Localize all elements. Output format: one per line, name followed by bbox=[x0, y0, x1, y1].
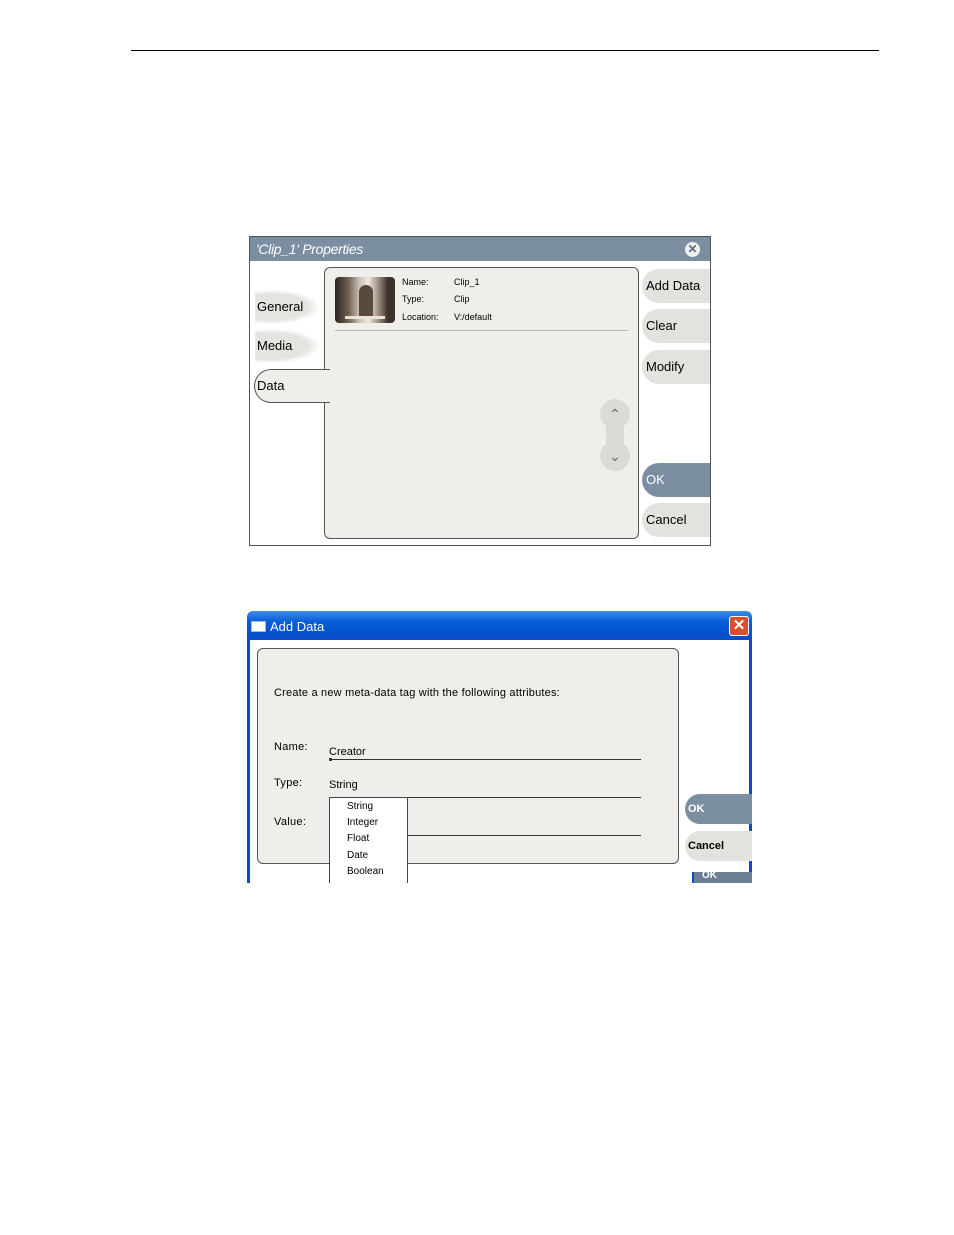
scroll-down-icon[interactable]: ⌄ bbox=[600, 441, 630, 471]
dialog-title: 'Clip_1' Properties bbox=[256, 241, 364, 257]
add-data-button[interactable]: Add Data bbox=[642, 269, 710, 303]
clear-button[interactable]: Clear bbox=[642, 309, 710, 343]
close-icon[interactable]: ✕ bbox=[729, 616, 749, 636]
modify-button[interactable]: Modify bbox=[642, 350, 710, 384]
tab-data[interactable]: Data bbox=[254, 369, 329, 403]
window-icon bbox=[251, 621, 266, 632]
cancel-button[interactable]: Cancel bbox=[685, 831, 752, 861]
value-label: Value: bbox=[274, 816, 307, 828]
thumbnail-caption bbox=[345, 316, 385, 319]
attributes-panel bbox=[257, 648, 679, 864]
type-option-date[interactable]: Date bbox=[347, 850, 368, 861]
name-field-underline bbox=[329, 759, 641, 760]
type-label: Type: bbox=[274, 777, 303, 789]
clip-location-label: Location: bbox=[402, 312, 439, 322]
clip-type-value: Clip bbox=[454, 294, 470, 304]
scroll-up-icon[interactable]: ⌃ bbox=[600, 399, 630, 429]
clip-name-label: Name: bbox=[402, 277, 429, 287]
type-select[interactable]: String bbox=[329, 779, 358, 791]
dialog-titlebar: 'Clip_1' Properties ✕ bbox=[250, 237, 710, 261]
name-label: Name: bbox=[274, 741, 308, 753]
tab-media[interactable]: Media bbox=[255, 329, 319, 363]
thumbnail-figure bbox=[359, 285, 373, 317]
tab-general[interactable]: General bbox=[255, 290, 319, 324]
type-option-string[interactable]: String bbox=[347, 801, 373, 812]
clip-type-label: Type: bbox=[402, 294, 425, 304]
ok-button[interactable]: OK bbox=[642, 463, 710, 497]
underlying-ok-button: OK bbox=[694, 872, 752, 883]
name-input[interactable]: Creator bbox=[329, 746, 366, 758]
clip-name-value: Clip_1 bbox=[454, 277, 480, 287]
instruction-text: Create a new meta-data tag with the foll… bbox=[274, 687, 560, 699]
type-option-integer[interactable]: Integer bbox=[347, 817, 378, 828]
scroll-control: ⌃ ⌄ bbox=[600, 399, 630, 471]
add-data-window: Add Data ✕ Create a new meta-data tag wi… bbox=[247, 611, 752, 883]
type-option-boolean[interactable]: Boolean bbox=[347, 866, 384, 877]
clip-thumbnail bbox=[335, 277, 395, 323]
window-titlebar: Add Data ✕ bbox=[247, 611, 752, 640]
page-header-rule bbox=[131, 50, 879, 51]
close-icon[interactable]: ✕ bbox=[685, 242, 700, 257]
clip-properties-dialog: 'Clip_1' Properties ✕ General Media Data… bbox=[249, 236, 711, 546]
type-option-float[interactable]: Float bbox=[347, 833, 369, 844]
info-divider bbox=[335, 330, 628, 331]
ok-button[interactable]: OK bbox=[685, 794, 752, 824]
window-title: Add Data bbox=[270, 619, 325, 634]
cancel-button[interactable]: Cancel bbox=[642, 503, 710, 537]
type-dropdown-list: String Integer Float Date Boolean bbox=[329, 797, 408, 883]
clip-location-value: V:/default bbox=[454, 312, 492, 322]
